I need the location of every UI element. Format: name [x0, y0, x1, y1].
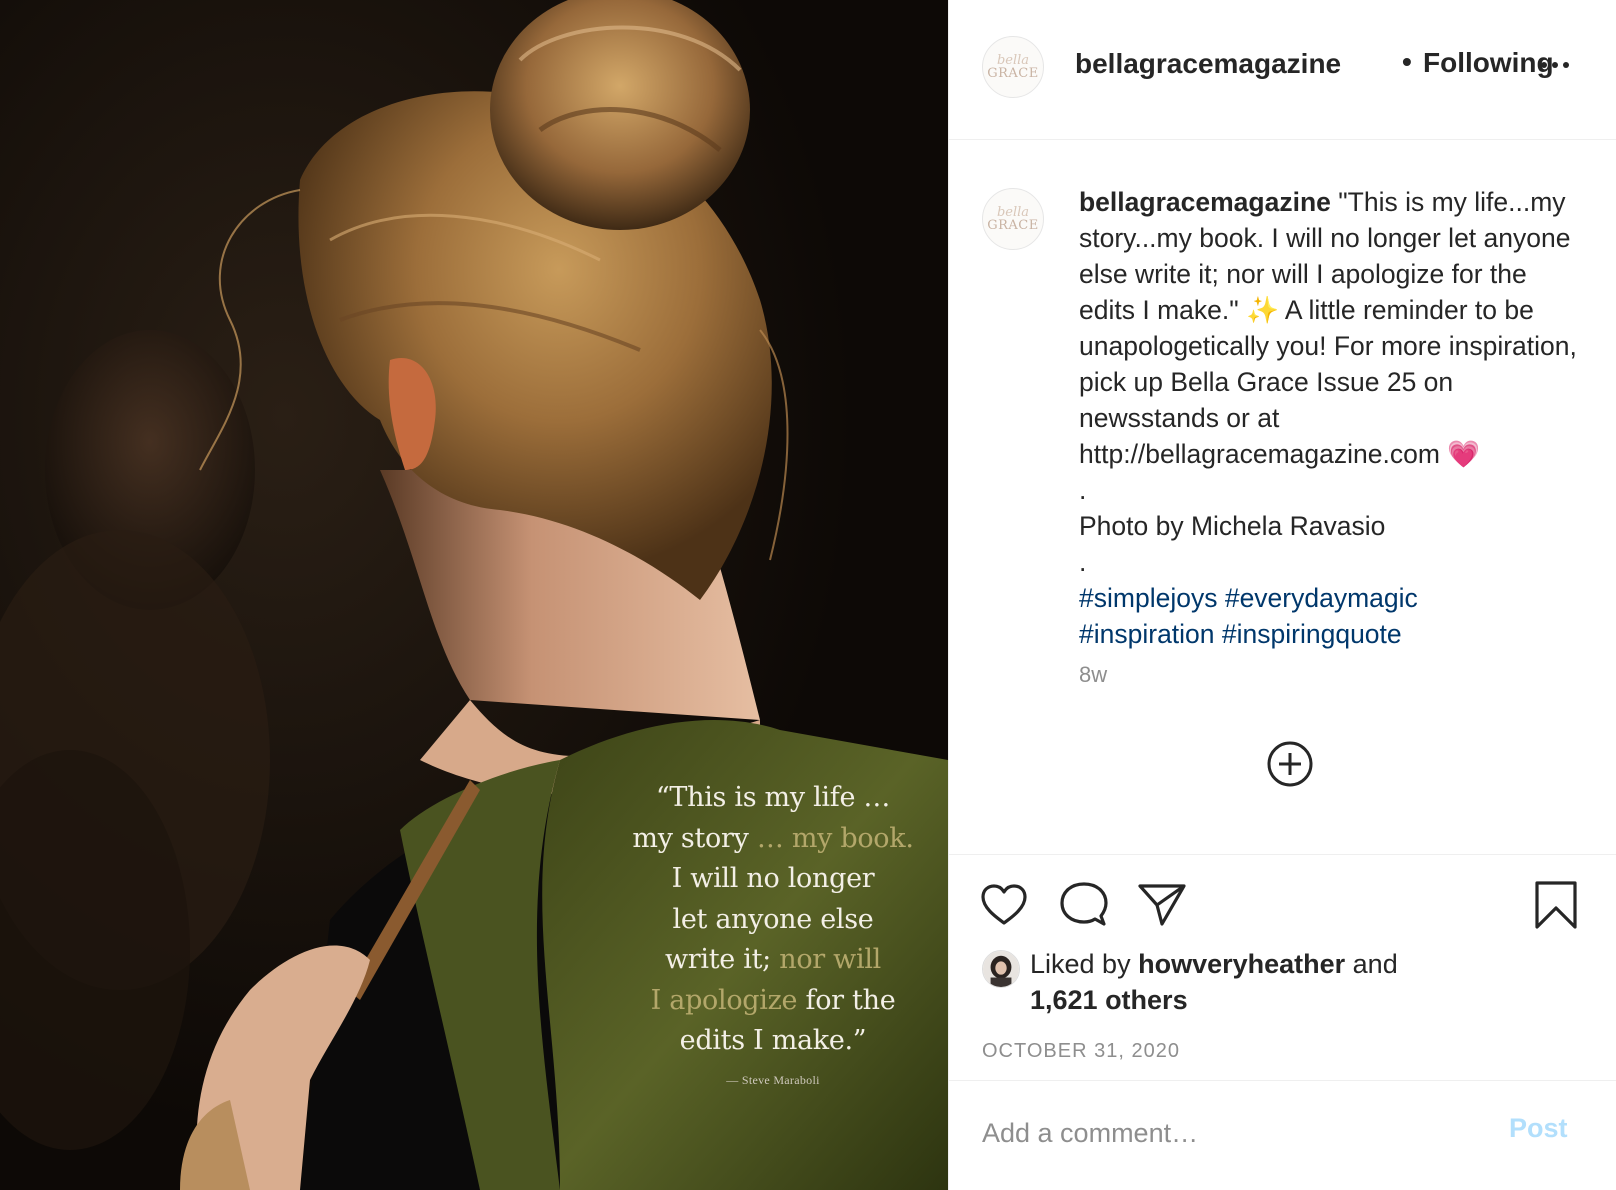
- caption-author-avatar[interactable]: bella GRACE: [982, 188, 1044, 250]
- comment-button[interactable]: [1057, 878, 1111, 932]
- like-button[interactable]: [977, 878, 1031, 932]
- avatar-logo-bottom: GRACE: [987, 217, 1039, 233]
- save-button[interactable]: [1529, 878, 1583, 932]
- plus-circle-icon: [1267, 741, 1313, 787]
- load-more-comments-button[interactable]: [1266, 740, 1314, 788]
- caption-time-ago[interactable]: 8w: [1079, 662, 1107, 688]
- author-avatar[interactable]: bella GRACE: [982, 36, 1044, 98]
- caption-dot-2: .: [1079, 547, 1087, 577]
- caption-username[interactable]: bellagracemagazine: [1079, 187, 1331, 217]
- avatar-logo-bottom: GRACE: [987, 65, 1039, 81]
- quote-text: for the: [797, 984, 896, 1016]
- avatar-logo-top: bella: [996, 204, 1030, 220]
- comments-area: bella GRACE bellagracemagazine "This is …: [949, 140, 1616, 854]
- following-button[interactable]: Following: [1423, 47, 1554, 79]
- photo-quote: “This is my life … my story … my book. I w…: [608, 778, 938, 1088]
- actions-divider: [949, 854, 1616, 855]
- quote-line: “This is my life …: [608, 778, 938, 819]
- heart-outline-icon: [981, 884, 1027, 925]
- add-comment-form: Post: [949, 1080, 1616, 1190]
- quote-text: I will no longer: [671, 863, 875, 894]
- quote-line: edits I make.”: [608, 1021, 938, 1062]
- quote-author: — Steve Maraboli: [726, 1072, 820, 1087]
- quote-line: let anyone else: [608, 900, 938, 941]
- pink-heart-icon: 💗: [1447, 439, 1481, 469]
- likes-text: Liked by howveryheather and 1,621 others: [1030, 946, 1570, 1018]
- caption-dot-1: .: [1079, 475, 1087, 505]
- more-options-button[interactable]: [1539, 58, 1571, 72]
- likes-prefix: Liked by: [1030, 949, 1139, 979]
- liker-avatar-image: [983, 951, 1019, 987]
- quote-line: I will no longer: [608, 859, 938, 900]
- hashtag-link[interactable]: #inspiringquote: [1222, 619, 1402, 649]
- quote-accent-text: I apologize: [650, 984, 798, 1016]
- photo-credit: Photo by Michela Ravasio: [1079, 511, 1386, 541]
- sparkles-icon: ✨: [1246, 295, 1279, 325]
- avatar-logo-top: bella: [996, 52, 1030, 68]
- likes-others-link[interactable]: 1,621 others: [1030, 985, 1188, 1015]
- post-comment-button[interactable]: Post: [1509, 1113, 1568, 1144]
- bookmark-outline-icon: [1535, 881, 1577, 929]
- hashtag-link[interactable]: #everydaymagic: [1225, 583, 1418, 613]
- post-header: bella GRACE bellagracemagazine • Followi…: [949, 0, 1616, 140]
- speech-bubble-icon: [1060, 882, 1108, 926]
- liker-username[interactable]: howveryheather: [1138, 949, 1345, 979]
- post-caption: bellagracemagazine "This is my life...my…: [1079, 184, 1589, 652]
- likes-middle: and: [1345, 949, 1398, 979]
- quote-text: write it;: [665, 944, 780, 975]
- quote-text: let anyone else: [672, 903, 874, 935]
- quote-accent-text: … my book.: [756, 822, 914, 854]
- paper-plane-icon: [1138, 884, 1186, 926]
- liker-avatar[interactable]: [982, 950, 1020, 988]
- instagram-post: “This is my life … my story … my book. I w…: [0, 0, 1616, 1190]
- post-side-panel: bella GRACE bellagracemagazine • Followi…: [948, 0, 1616, 1190]
- hashtag-link[interactable]: #inspiration: [1079, 619, 1215, 649]
- quote-accent-text: nor will: [779, 944, 881, 975]
- quote-lines: “This is my life … my story … my book. I w…: [608, 778, 938, 1062]
- quote-line: I apologize for the: [608, 981, 938, 1022]
- comment-input[interactable]: [982, 1111, 1482, 1155]
- quote-line: my story … my book.: [608, 819, 938, 860]
- more-options-icon: [1541, 62, 1569, 68]
- hashtag-link[interactable]: #simplejoys: [1079, 583, 1217, 613]
- post-date[interactable]: OCTOBER 31, 2020: [982, 1040, 1180, 1063]
- author-username[interactable]: bellagracemagazine: [1075, 48, 1341, 80]
- post-photo[interactable]: “This is my life … my story … my book. I w…: [0, 0, 948, 1190]
- quote-text: edits I make.”: [679, 1025, 867, 1056]
- quote-text: my story: [632, 822, 757, 854]
- header-separator: •: [1402, 46, 1412, 77]
- share-button[interactable]: [1135, 878, 1189, 932]
- quote-text: “This is my life …: [655, 782, 891, 813]
- quote-line: write it; nor will: [608, 940, 938, 981]
